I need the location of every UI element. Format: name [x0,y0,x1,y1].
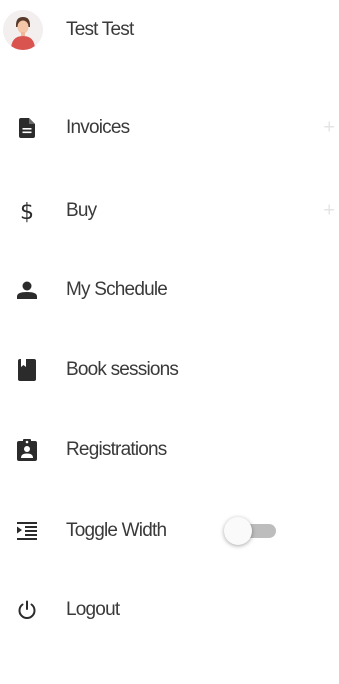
menu-item-label: My Schedule [66,279,168,300]
toggle-width-switch[interactable] [222,514,278,548]
power-icon [12,595,42,625]
user-profile[interactable]: Test Test [0,10,339,50]
svg-text:$: $ [20,200,34,223]
menu-item-invoices[interactable]: Invoices + [0,108,339,148]
user-name: Test Test [66,19,134,40]
menu-item-label: Invoices [66,117,130,138]
menu-item-logout[interactable]: Logout [0,590,339,630]
expand-invoices-icon[interactable]: + [323,117,335,140]
person-icon [12,275,42,305]
menu-item-label: Registrations [66,439,167,460]
dollar-icon: $ [12,196,42,226]
expand-buy-icon[interactable]: + [323,200,335,223]
menu-item-book-sessions[interactable]: Book sessions [0,350,339,390]
avatar [3,10,43,50]
menu-item-my-schedule[interactable]: My Schedule [0,270,339,310]
avatar-image [3,10,43,50]
menu-item-buy[interactable]: $ Buy + [0,191,339,231]
format-indent-icon [12,516,42,546]
menu-item-label: Book sessions [66,359,179,380]
book-icon [12,355,42,385]
menu-item-label: Toggle Width [66,520,167,541]
menu-item-label: Buy [66,200,97,221]
menu-item-registrations[interactable]: Registrations [0,430,339,470]
toggle-thumb [224,517,252,545]
menu-item-toggle-width: Toggle Width [0,511,339,551]
document-icon [12,113,42,143]
menu-item-label: Logout [66,599,120,620]
clipboard-account-icon [12,435,42,465]
